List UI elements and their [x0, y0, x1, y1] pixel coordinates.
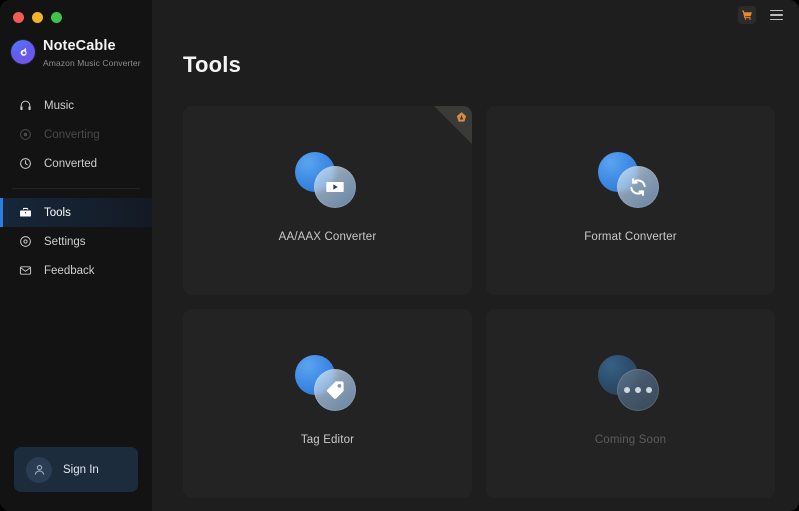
app-subtitle: Amazon Music Converter	[43, 58, 141, 68]
sidebar-nav: Music Converting Converted Tools Setting…	[0, 91, 152, 285]
top-bar	[152, 0, 799, 30]
tool-card-format-converter[interactable]: Format Converter	[486, 106, 775, 295]
sidebar-divider	[12, 188, 140, 189]
sidebar-item-feedback[interactable]: Feedback	[0, 256, 152, 285]
audiobook-play-icon	[294, 152, 361, 208]
sidebar: NoteCable Amazon Music Converter Music C…	[0, 0, 152, 511]
tool-card-label: Coming Soon	[594, 434, 667, 446]
clock-icon	[18, 157, 32, 171]
app-brand: NoteCable Amazon Music Converter	[0, 30, 152, 70]
audible-badge-icon	[434, 106, 472, 144]
sign-in-area: Sign In	[0, 447, 152, 511]
tool-card-label: AA/AAX Converter	[278, 231, 377, 243]
user-avatar-icon	[26, 456, 52, 483]
ellipsis-dots-icon	[597, 355, 664, 411]
notecable-logo-icon	[11, 40, 35, 64]
sidebar-item-label: Converted	[44, 157, 98, 170]
tool-card-aa-aax-converter[interactable]: AA/AAX Converter	[183, 106, 472, 295]
tool-card-label: Format Converter	[584, 231, 677, 243]
price-tag-icon	[294, 355, 361, 411]
sidebar-item-label: Settings	[44, 235, 86, 248]
sign-in-button[interactable]: Sign In	[14, 447, 138, 492]
main-content: Tools AA/AAX Converter Format Converter …	[152, 0, 799, 511]
sidebar-item-label: Music	[44, 99, 75, 112]
tool-card-label: Tag Editor	[300, 434, 355, 446]
sidebar-item-settings[interactable]: Settings	[0, 227, 152, 256]
toolbox-icon	[18, 206, 32, 220]
sidebar-item-music[interactable]: Music	[0, 91, 152, 120]
gear-icon	[18, 235, 32, 249]
window-traffic-lights	[0, 0, 152, 30]
headphones-icon	[18, 99, 32, 113]
sign-in-label: Sign In	[63, 463, 99, 476]
minimize-window-button[interactable]	[32, 12, 43, 23]
tool-card-tag-editor[interactable]: Tag Editor	[183, 309, 472, 498]
sidebar-item-label: Tools	[44, 206, 71, 219]
sidebar-item-label: Converting	[44, 128, 100, 141]
sidebar-item-converting[interactable]: Converting	[0, 120, 152, 149]
converting-circle-icon	[18, 128, 32, 142]
hamburger-menu-icon[interactable]	[768, 7, 784, 23]
close-window-button[interactable]	[13, 12, 24, 23]
tool-card-coming-soon: Coming Soon	[486, 309, 775, 498]
refresh-sync-icon	[597, 152, 664, 208]
app-window: NoteCable Amazon Music Converter Music C…	[0, 0, 799, 511]
sidebar-item-label: Feedback	[44, 264, 95, 277]
shopping-cart-icon[interactable]	[738, 6, 756, 24]
maximize-window-button[interactable]	[51, 12, 62, 23]
app-name: NoteCable	[43, 38, 116, 54]
envelope-icon	[18, 264, 32, 278]
page-title: Tools	[183, 52, 242, 77]
tools-grid: AA/AAX Converter Format Converter Tag Ed…	[152, 78, 799, 498]
sidebar-item-converted[interactable]: Converted	[0, 149, 152, 178]
sidebar-item-tools[interactable]: Tools	[0, 198, 152, 227]
